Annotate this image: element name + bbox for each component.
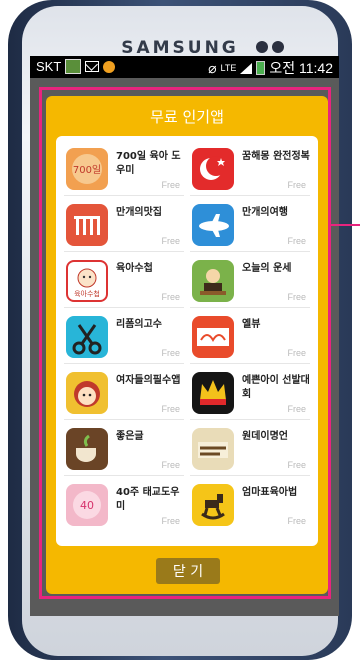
app-price: Free	[161, 348, 180, 358]
restaurant-icon	[66, 204, 108, 246]
popular-apps-dialog: 무료 인기앱 700일 700일 육아 도우미 Free 꿈해몽 완전정복 Fr…	[46, 96, 328, 594]
fortune-icon	[192, 260, 234, 302]
app-price: Free	[287, 180, 306, 190]
app-name: 예쁜아이 선발대회	[242, 375, 310, 400]
app-name: 리폼의고수	[116, 319, 162, 330]
app-name: 옐뷰	[242, 319, 261, 330]
app-item-good-words[interactable]: 좋은글 Free	[64, 420, 184, 476]
airplane-icon	[192, 204, 234, 246]
status-bar: SKT ⌀ LTE 오전 11:42	[30, 56, 339, 78]
app-price: Free	[161, 460, 180, 470]
app-item-review[interactable]: 옐뷰 Free	[190, 308, 310, 364]
app-item-dream[interactable]: 꿈해몽 완전정복 Free	[190, 140, 310, 196]
app-price: Free	[161, 180, 180, 190]
sensor-dots	[256, 38, 288, 57]
app-item-mom-parenting[interactable]: 엄마표육아법 Free	[190, 476, 310, 532]
app-price: Free	[287, 348, 306, 358]
app-grid: 700일 700일 육아 도우미 Free 꿈해몽 완전정복 Free 만개의맛…	[56, 136, 318, 546]
app-name: 꿈해몽 완전정복	[242, 151, 310, 162]
app-item-reform[interactable]: 리폼의고수 Free	[64, 308, 184, 364]
dialog-title: 무료 인기앱	[150, 108, 224, 126]
app-price: Free	[287, 236, 306, 246]
app-price: Free	[287, 404, 306, 414]
app-item-pretty-kid[interactable]: 예쁜아이 선발대회 Free	[190, 364, 310, 420]
app-price: Free	[161, 292, 180, 302]
app-item-700-days[interactable]: 700일 700일 육아 도우미 Free	[64, 140, 184, 196]
app-price: Free	[161, 404, 180, 414]
app-name: 엄마표육아법	[242, 487, 298, 498]
girl-icon	[66, 372, 108, 414]
app-price: Free	[287, 292, 306, 302]
review-icon	[192, 316, 234, 358]
svg-text:40: 40	[80, 499, 94, 512]
app-name: 오늘의 운세	[242, 263, 292, 274]
quotes-icon	[192, 428, 234, 470]
app-notification-icon	[103, 60, 116, 73]
app-item-women[interactable]: 여자들의필수앱 Free	[64, 364, 184, 420]
moon-icon	[192, 148, 234, 190]
app-item-fortune[interactable]: 오늘의 운세 Free	[190, 252, 310, 308]
signal-icon	[240, 62, 253, 74]
mail-notification-icon	[85, 61, 100, 72]
app-name: 만개의여행	[242, 207, 288, 218]
svg-text:700일: 700일	[73, 164, 101, 176]
gallery-notification-icon	[65, 59, 82, 74]
700-days-icon: 700일	[66, 148, 108, 190]
app-item-oneday-quote[interactable]: 원데이명언 Free	[190, 420, 310, 476]
app-item-restaurant[interactable]: 만개의맛집 Free	[64, 196, 184, 252]
app-price: Free	[287, 460, 306, 470]
app-item-travel[interactable]: 만개의여행 Free	[190, 196, 310, 252]
rocking-horse-icon	[192, 484, 234, 526]
device-brand: SAMSUNG	[121, 38, 239, 58]
crown-icon	[192, 372, 234, 414]
svg-text:육아수첩: 육아수첩	[74, 289, 100, 298]
carrier-label: SKT	[36, 59, 62, 74]
coffee-icon	[66, 428, 108, 470]
app-price: Free	[161, 516, 180, 526]
app-price: Free	[161, 236, 180, 246]
callout-line	[328, 224, 360, 226]
app-name: 원데이명언	[242, 431, 288, 442]
app-name: 만개의맛집	[116, 207, 162, 218]
app-item-baby-notebook[interactable]: 육아수첩 육아수첩 Free	[64, 252, 184, 308]
app-name: 40주 태교도우미	[116, 487, 180, 512]
clock: 오전 11:42	[269, 60, 333, 76]
network-type: LTE	[220, 63, 237, 73]
mute-icon: ⌀	[208, 59, 217, 76]
40-weeks-icon: 40	[66, 484, 108, 526]
app-name: 700일 육아 도우미	[116, 151, 181, 176]
app-name: 육아수첩	[116, 263, 153, 274]
battery-icon	[256, 61, 266, 75]
baby-notebook-icon: 육아수첩	[66, 260, 108, 302]
scissors-icon	[66, 316, 108, 358]
app-price: Free	[287, 516, 306, 526]
app-name: 좋은글	[116, 431, 144, 442]
app-name: 여자들의필수앱	[116, 375, 181, 386]
app-item-40-weeks[interactable]: 40 40주 태교도우미 Free	[64, 476, 184, 532]
close-button[interactable]: 닫 기	[156, 558, 220, 584]
